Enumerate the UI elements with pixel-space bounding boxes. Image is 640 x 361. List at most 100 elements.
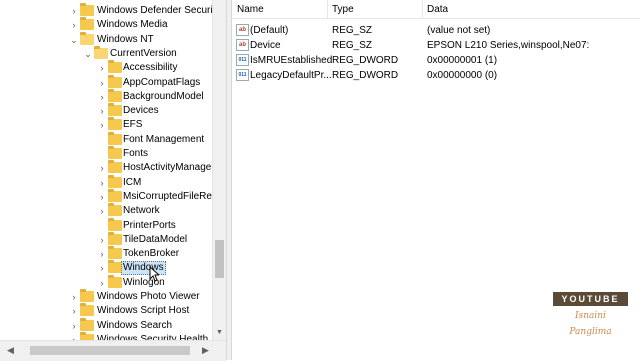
- tree-node-label: BackgroundModel: [123, 90, 204, 102]
- value-row[interactable]: ab (Default) REG_SZ (value not set): [231, 24, 640, 38]
- values-header: Name Type Data: [231, 0, 640, 19]
- value-type: REG_DWORD: [332, 55, 399, 66]
- tree-node-label: Windows NT: [97, 33, 154, 45]
- tree-node-label: Windows Media: [97, 19, 168, 31]
- column-header-data[interactable]: Data: [427, 4, 448, 15]
- tree-node-label: AppCompatFlags: [123, 76, 201, 88]
- value-type: REG_SZ: [332, 40, 373, 51]
- expand-chevron-icon[interactable]: ›: [70, 4, 78, 18]
- column-divider[interactable]: [422, 0, 423, 18]
- mouse-pointer-icon: [149, 266, 159, 282]
- expand-chevron-icon[interactable]: ›: [98, 247, 106, 261]
- folder-icon: [80, 303, 94, 317]
- tree-node[interactable]: › Winlogon: [0, 274, 212, 290]
- tree-node[interactable]: › MsiCorruptedFileReco: [0, 188, 212, 204]
- expand-chevron-icon[interactable]: ›: [70, 290, 78, 304]
- folder-icon: [80, 31, 94, 45]
- folder-icon: [108, 60, 122, 74]
- tree-node[interactable]: › TokenBroker: [0, 246, 212, 261]
- tree-node[interactable]: › Windows Defender Security: [0, 3, 212, 18]
- expand-chevron-icon[interactable]: ›: [98, 90, 106, 104]
- expand-chevron-icon[interactable]: ›: [98, 204, 106, 218]
- expand-chevron-icon[interactable]: ›: [98, 261, 106, 275]
- tree-node-label: CurrentVersion: [110, 47, 177, 59]
- tree-node[interactable]: Fonts: [0, 146, 212, 161]
- expand-chevron-icon[interactable]: ›: [98, 104, 106, 118]
- tree-node[interactable]: PrinterPorts: [0, 217, 212, 233]
- key-tree-panel[interactable]: › Windows Defender Security › Windows Media…: [0, 0, 212, 340]
- tree-node[interactable]: Font Management: [0, 131, 212, 147]
- expand-chevron-icon[interactable]: ›: [98, 118, 106, 132]
- expand-chevron-icon[interactable]: ›: [98, 161, 106, 175]
- value-data: 0x00000000 (0): [427, 70, 498, 81]
- tree-node[interactable]: › Windows Photo Viewer: [0, 289, 212, 304]
- tree-node[interactable]: › ICM: [0, 174, 212, 190]
- folder-icon: [108, 188, 122, 202]
- collapse-chevron-icon[interactable]: ⌄: [70, 33, 78, 47]
- expand-chevron-icon[interactable]: ›: [98, 276, 106, 290]
- tree-node-label: Windows Defender Security: [97, 5, 212, 16]
- collapse-chevron-icon[interactable]: ⌄: [84, 47, 92, 61]
- tree-scroll-thumb[interactable]: [215, 240, 224, 278]
- scroll-right-arrow-icon[interactable]: ▶: [202, 345, 209, 355]
- value-row[interactable]: 011 LegacyDefaultPr... REG_DWORD 0x00000000…: [231, 69, 640, 83]
- tree-node[interactable]: › HostActivityManager: [0, 160, 212, 175]
- expand-chevron-icon[interactable]: ›: [70, 319, 78, 333]
- tree-node-label: Network: [123, 205, 160, 217]
- dword-value-icon: 011: [236, 69, 249, 81]
- column-divider[interactable]: [327, 0, 328, 18]
- tree-node-label: Windows Photo Viewer: [97, 291, 200, 302]
- tree-node[interactable]: › Windows: [0, 260, 212, 276]
- tree-horizontal-scrollbar[interactable]: ◀ ▶: [0, 340, 226, 361]
- tree-node-label: TokenBroker: [123, 248, 180, 260]
- tree-node[interactable]: › Devices: [0, 103, 212, 118]
- expand-chevron-icon[interactable]: ›: [98, 61, 106, 75]
- folder-icon: [108, 260, 122, 274]
- value-data: (value not set): [427, 25, 491, 36]
- expand-chevron-icon[interactable]: ›: [70, 18, 78, 32]
- folder-icon: [80, 17, 94, 31]
- tree-node[interactable]: › Accessibility: [0, 60, 212, 75]
- tree-vertical-scrollbar[interactable]: ▼: [212, 0, 226, 340]
- tree-node[interactable]: › AppCompatFlags: [0, 74, 212, 90]
- string-value-icon: ab: [236, 24, 249, 36]
- tree-node-label: TileDataModel: [123, 233, 188, 245]
- string-value-icon: ab: [236, 39, 249, 51]
- expand-chevron-icon[interactable]: ›: [70, 304, 78, 318]
- column-header-name[interactable]: Name: [237, 4, 264, 15]
- tree-node[interactable]: › Windows Search: [0, 317, 212, 333]
- tree-node[interactable]: › Windows Media: [0, 17, 212, 32]
- value-row[interactable]: 011 IsMRUEstablished REG_DWORD 0x00000001 (…: [231, 54, 640, 68]
- tree-node[interactable]: › EFS: [0, 117, 212, 132]
- tree-node[interactable]: ⌄ Windows NT: [0, 31, 212, 47]
- tree-node[interactable]: ⌄ CurrentVersion: [0, 45, 212, 61]
- tree-node[interactable]: › Network: [0, 203, 212, 218]
- expand-chevron-icon[interactable]: ›: [70, 333, 78, 340]
- tree-hscroll-thumb[interactable]: [30, 346, 190, 355]
- tree-node-label: MsiCorruptedFileReco: [123, 190, 212, 202]
- watermark-title: YOUTUBE: [553, 292, 628, 306]
- tree-node[interactable]: › TileDataModel: [0, 231, 212, 247]
- value-type: REG_DWORD: [332, 70, 399, 81]
- scroll-down-arrow-icon[interactable]: ▼: [216, 329, 223, 336]
- tree-node[interactable]: › BackgroundModel: [0, 88, 212, 104]
- expand-chevron-icon[interactable]: ›: [98, 176, 106, 190]
- tree-node[interactable]: › Windows Script Host: [0, 303, 212, 318]
- expand-chevron-icon[interactable]: ›: [98, 76, 106, 90]
- watermark-name: Isnaini Panglima: [569, 311, 612, 337]
- folder-icon: [94, 45, 108, 59]
- value-row[interactable]: ab Device REG_SZ EPSON L210 Series,winspool…: [231, 39, 640, 53]
- tree-node-label: Accessibility: [123, 62, 178, 74]
- column-header-type[interactable]: Type: [332, 4, 354, 15]
- expand-chevron-icon[interactable]: ›: [98, 233, 106, 247]
- tree-node-label: Fonts: [123, 148, 149, 159]
- tree-node-label: Windows Security Health: [97, 333, 209, 340]
- tree-node-label: EFS: [123, 119, 143, 131]
- folder-icon: [80, 317, 94, 331]
- tree-node[interactable]: › Windows Security Health: [0, 331, 212, 340]
- folder-icon: [108, 246, 122, 260]
- folder-icon: [80, 3, 94, 16]
- scroll-left-arrow-icon[interactable]: ◀: [7, 345, 14, 355]
- folder-icon: [108, 160, 122, 174]
- expand-chevron-icon[interactable]: ›: [98, 190, 106, 204]
